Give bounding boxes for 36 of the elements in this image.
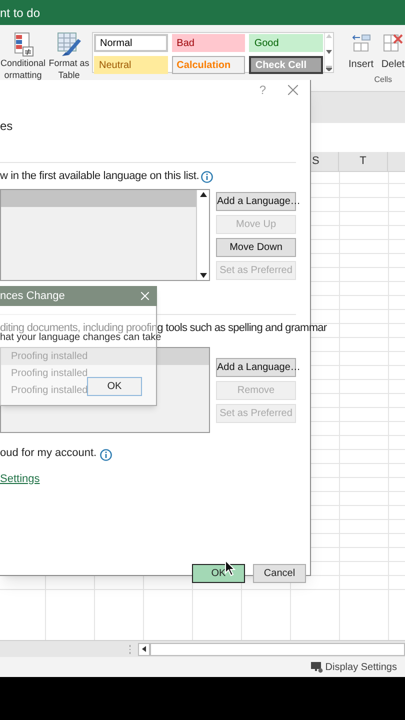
cell-style-item[interactable]: Neutral — [94, 56, 168, 74]
splitter-handle-icon[interactable] — [129, 644, 131, 654]
ok-button[interactable]: OK — [192, 564, 245, 583]
info-icon[interactable] — [201, 170, 214, 182]
vertical-scrollbar[interactable] — [196, 190, 209, 280]
instruction-text: w in the first available language on this list. — [0, 169, 200, 184]
column-header[interactable]: T — [339, 152, 388, 171]
window-title: nt to do — [0, 4, 40, 22]
table-format-icon — [56, 31, 82, 57]
conditional-formatting-icon — [12, 31, 34, 57]
cell-style-item[interactable]: Normal — [94, 34, 168, 52]
cancel-button[interactable]: Cancel — [253, 564, 306, 583]
ok-button[interactable]: OK — [87, 377, 142, 396]
scroll-left-button[interactable] — [138, 642, 150, 656]
info-icon[interactable] — [100, 449, 112, 461]
dialog-button[interactable]: Move Down — [216, 238, 296, 257]
ribbon-command[interactable]: Insert — [348, 31, 374, 72]
message-text: hat your language changes can take — [0, 332, 162, 344]
scroll-down-icon[interactable] — [200, 273, 206, 278]
scroll-up-icon[interactable] — [200, 192, 206, 197]
dialog-title: nces Change — [0, 288, 65, 304]
close-icon[interactable] — [288, 85, 298, 95]
more-styles-icon[interactable] — [326, 66, 332, 71]
display-settings-button[interactable]: Display Settings — [325, 660, 397, 674]
scroll-left-icon[interactable] — [142, 646, 146, 652]
ribbon-command[interactable]: Delet — [380, 31, 405, 72]
cell-style-item[interactable]: Bad — [172, 34, 246, 52]
ribbon-command[interactable]: Conditional ormatting — [0, 31, 46, 81]
monitor-icon[interactable] — [311, 662, 324, 672]
settings-link[interactable]: Settings — [0, 470, 40, 487]
section-heading: es — [0, 119, 13, 133]
cell-style-item[interactable]: Good — [249, 34, 324, 52]
group-label: Cells — [374, 74, 392, 86]
cloud-text: oud for my account. — [0, 446, 97, 460]
ribbon-command[interactable]: Format as Table — [46, 31, 92, 81]
horizontal-scrollbar[interactable] — [150, 642, 405, 656]
